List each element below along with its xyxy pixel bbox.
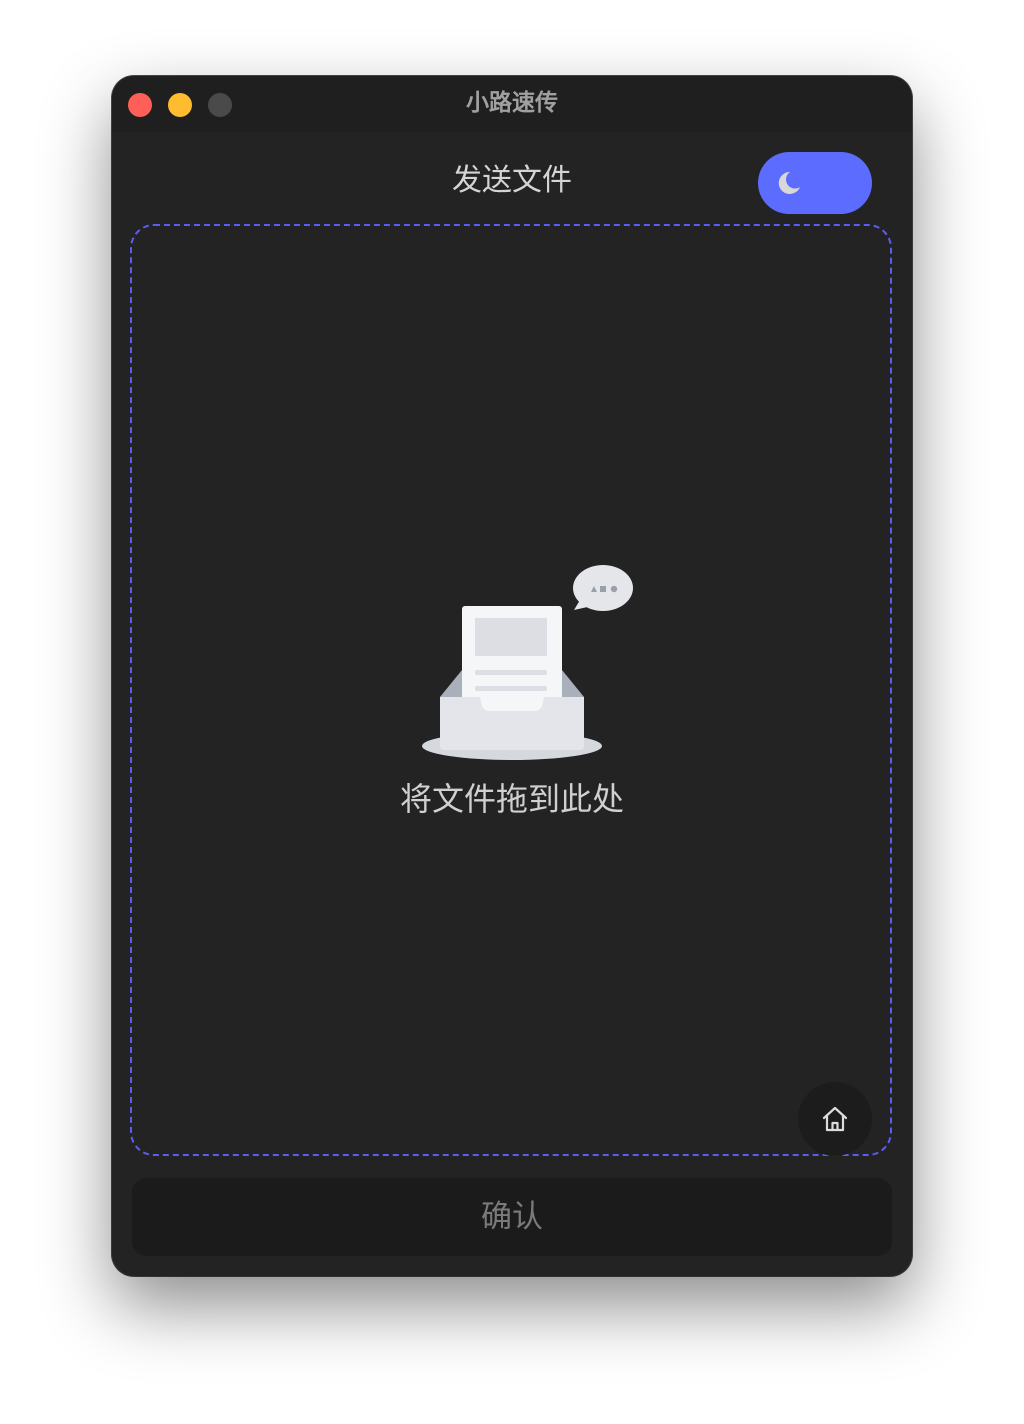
title-bar[interactable]: 小路速传 <box>112 76 912 132</box>
drop-hint-text: 将文件拖到此处 <box>399 780 624 818</box>
document-inbox-icon <box>422 565 633 760</box>
home-icon <box>822 1106 848 1132</box>
theme-toggle[interactable] <box>758 152 872 214</box>
home-button[interactable] <box>798 1082 872 1156</box>
window-title: 小路速传 <box>466 90 558 116</box>
app-window: 小路速传 发送文件 将文件拖到此处 确认 <box>112 76 912 1276</box>
confirm-button[interactable]: 确认 <box>132 1178 892 1256</box>
moon-icon <box>778 171 800 194</box>
